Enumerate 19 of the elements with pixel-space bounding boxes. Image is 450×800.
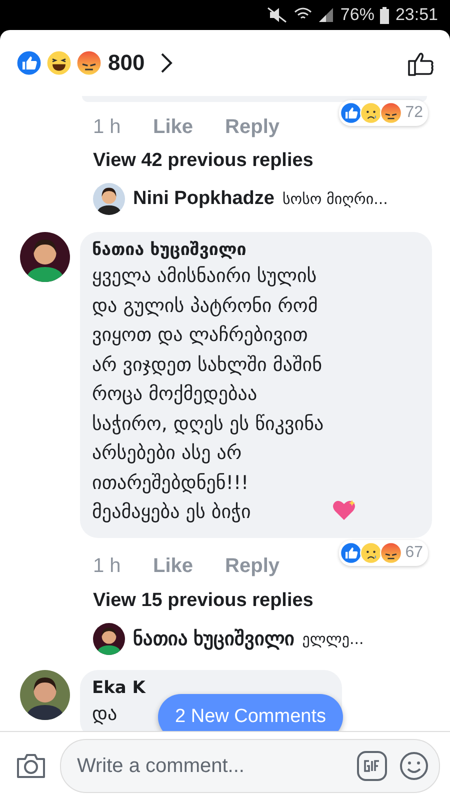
reaction-count: 72 xyxy=(405,104,423,122)
comment-time: 1 h xyxy=(93,116,122,138)
comment-text: ყველა ამისნაირი სულის და გულის პატრონი რომ ვიყოთ და ლაჩრებივით არ ვიჯდეთ სახლში მაშინ როცა მოქმედებაა საჭირო, დღეს ეს წიკვინა არსებები ასე არ ითარეშებდნენ!!! მეამაყება ეს ბიჭი xyxy=(92,264,324,525)
reaction-count: 67 xyxy=(405,544,423,562)
reply-snippet: სოსო მიღრი... xyxy=(282,190,388,208)
comment-author[interactable]: ნათია ხუციშვილი xyxy=(92,240,246,260)
comment-input[interactable]: Write a comment... xyxy=(75,754,345,778)
reply-snippet: ელლე... xyxy=(302,630,364,648)
comment-time: 1 h xyxy=(93,555,122,578)
clock-time: 23:51 xyxy=(395,5,438,25)
comment-author[interactable]: Eka K xyxy=(92,678,146,698)
view-replies-link[interactable]: View 42 previous replies xyxy=(93,144,450,178)
reaction-count[interactable]: 800 xyxy=(108,50,145,76)
reply-author[interactable]: Nini Popkhadze xyxy=(133,188,274,210)
comment-field[interactable]: Write a comment... xyxy=(60,739,440,793)
battery-percent: 76% xyxy=(340,5,374,25)
comment-text: და xyxy=(92,702,118,726)
reply-author[interactable]: ნათია ხუციშვილი xyxy=(133,626,294,650)
view-replies-link[interactable]: View 15 previous replies xyxy=(93,584,450,618)
